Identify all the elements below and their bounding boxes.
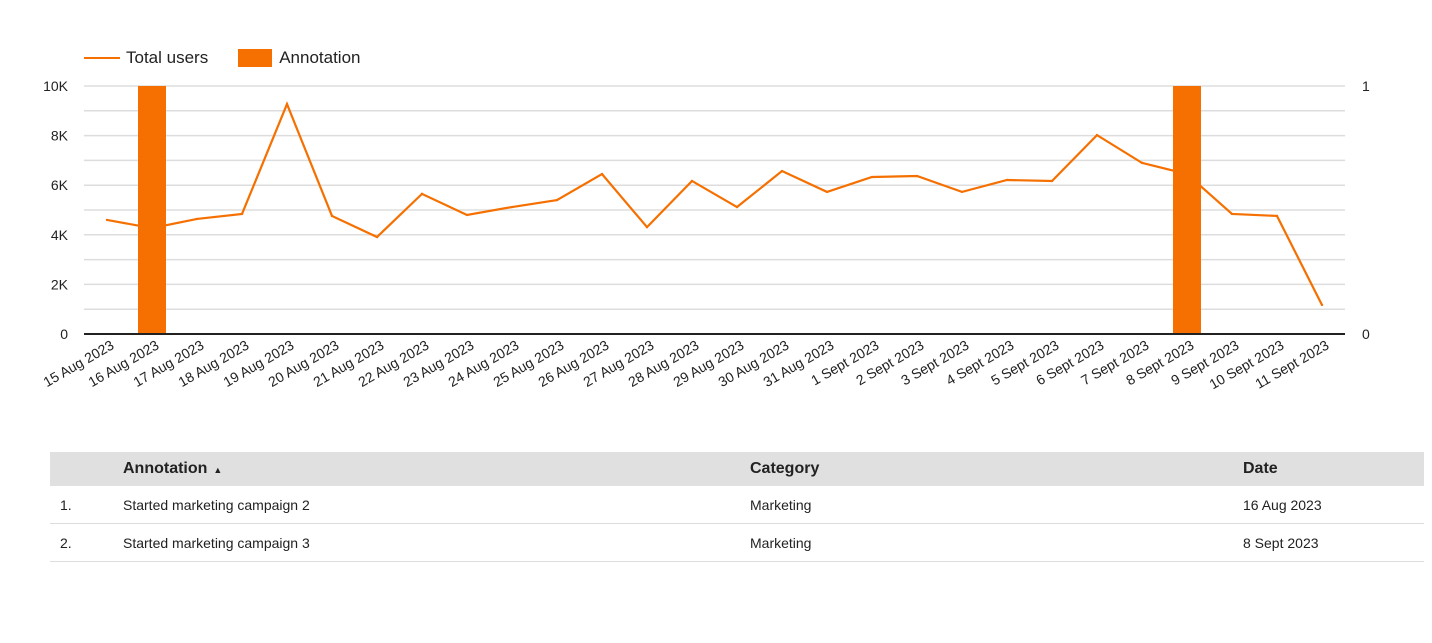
data-point	[1050, 179, 1054, 183]
row-number: 1.	[50, 486, 122, 524]
data-point	[1005, 178, 1009, 182]
y2-tick-label: 1	[1362, 78, 1370, 94]
header-annotation[interactable]: Annotation ▲	[122, 452, 749, 486]
data-point	[150, 226, 154, 230]
data-point	[915, 174, 919, 178]
data-point	[1320, 303, 1324, 307]
header-annotation-label: Annotation	[123, 460, 208, 477]
category-cell: Marketing	[749, 486, 1242, 524]
y-tick-label: 10K	[43, 78, 69, 94]
table-row[interactable]: 2. Started marketing campaign 3 Marketin…	[50, 523, 1424, 562]
data-point	[690, 179, 694, 183]
data-point	[195, 217, 199, 221]
header-date[interactable]: Date	[1242, 452, 1424, 486]
category-cell: Marketing	[749, 523, 1242, 562]
annotation-bar	[138, 86, 166, 334]
date-cell: 16 Aug 2023	[1242, 486, 1424, 524]
data-point	[465, 213, 469, 217]
data-point	[600, 172, 604, 176]
line-chart: 02K4K6K8K10K0115 Aug 202316 Aug 202317 A…	[40, 78, 1370, 392]
sort-ascending-icon[interactable]: ▲	[213, 465, 222, 475]
data-point	[1140, 161, 1144, 165]
y-tick-label: 6K	[51, 177, 69, 193]
annotation-cell: Started marketing campaign 3	[122, 523, 749, 562]
data-point	[1230, 212, 1234, 216]
table-header: Annotation ▲ Category Date	[50, 452, 1424, 486]
table-row[interactable]: 1. Started marketing campaign 2 Marketin…	[50, 486, 1424, 524]
data-point	[285, 102, 289, 106]
y-tick-label: 8K	[51, 128, 69, 144]
data-point	[735, 205, 739, 209]
data-point	[555, 198, 559, 202]
data-point	[240, 212, 244, 216]
data-point	[105, 218, 109, 222]
annotation-table: Annotation ▲ Category Date 1. Started mar…	[50, 452, 1424, 562]
data-point	[870, 175, 874, 179]
y-tick-label: 0	[60, 326, 68, 342]
data-point	[645, 225, 649, 229]
row-number: 2.	[50, 523, 122, 562]
data-point	[330, 214, 334, 218]
data-point	[780, 169, 784, 173]
data-point	[375, 235, 379, 239]
y-tick-label: 4K	[51, 227, 69, 243]
data-point	[1095, 133, 1099, 137]
data-point	[510, 205, 514, 209]
data-point	[1185, 172, 1189, 176]
annotation-cell: Started marketing campaign 2	[122, 486, 749, 524]
header-category[interactable]: Category	[749, 452, 1242, 486]
total-users-line	[106, 101, 1323, 306]
data-point	[825, 190, 829, 194]
header-index	[50, 452, 122, 486]
data-point	[1275, 214, 1279, 218]
y-tick-label: 2K	[51, 276, 69, 292]
data-point	[420, 192, 424, 196]
date-cell: 8 Sept 2023	[1242, 523, 1424, 562]
y2-tick-label: 0	[1362, 326, 1370, 342]
annotation-bar	[1173, 86, 1201, 334]
data-point	[960, 190, 964, 194]
